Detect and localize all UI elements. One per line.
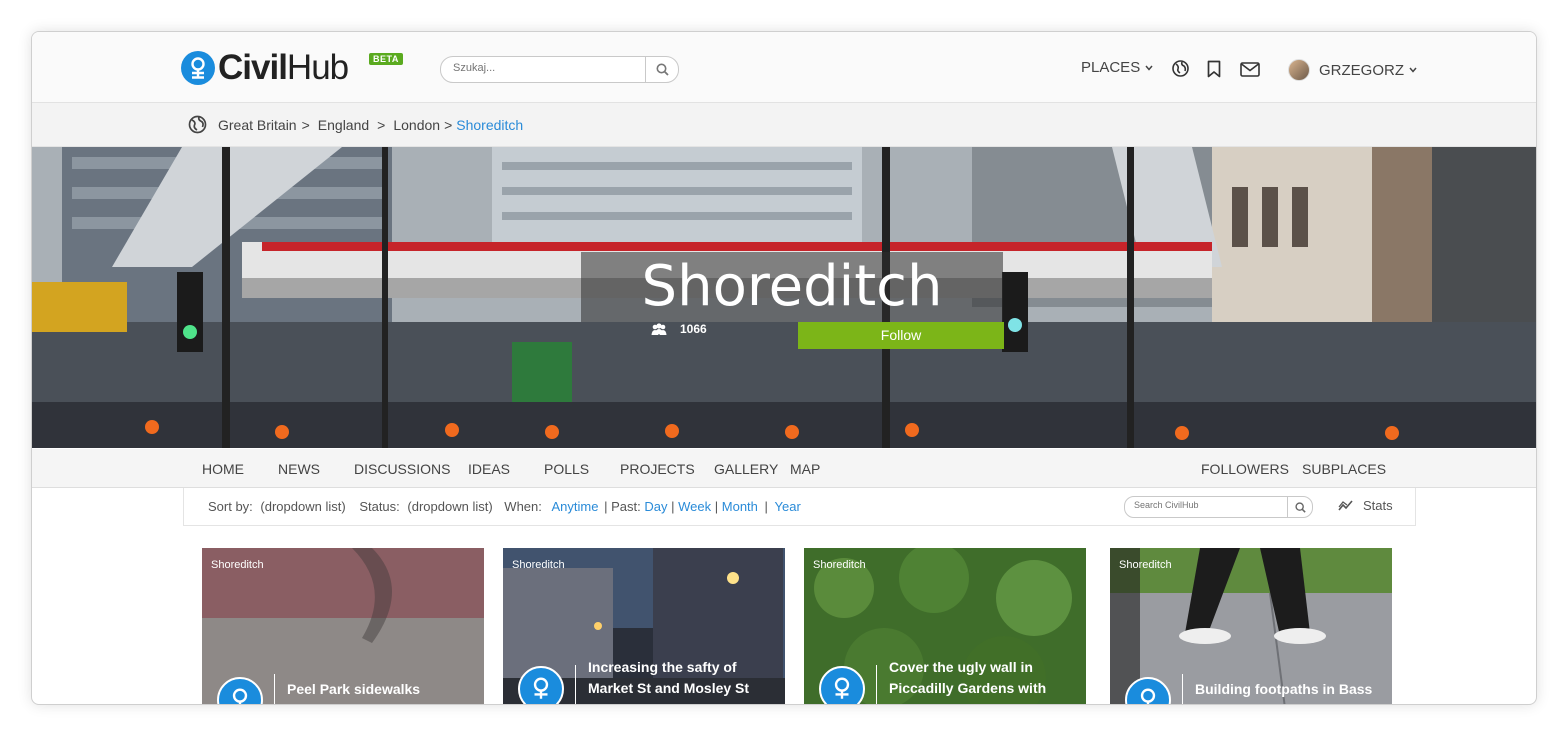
logo-hub: Hub xyxy=(286,48,349,87)
idea-card[interactable]: Shoreditch Increasing the safty of Marke… xyxy=(503,548,785,704)
mail-icon xyxy=(1240,62,1260,77)
breadcrumb: Great Britain > England > London > Shore… xyxy=(188,115,523,134)
stats-label: Stats xyxy=(1363,498,1393,513)
filter-year[interactable]: Year xyxy=(775,499,801,514)
pipe-separator: | xyxy=(764,499,768,514)
card-title[interactable]: Peel Park sidewalks xyxy=(287,679,477,700)
stats-chart-icon xyxy=(1338,500,1353,511)
follow-button[interactable]: Follow xyxy=(798,322,1004,349)
followers-count[interactable]: 1066 xyxy=(651,322,707,336)
filter-options: Sort by: (dropdown list) Status: (dropdo… xyxy=(208,499,801,514)
card-divider xyxy=(575,665,576,704)
breadcrumb-separator: > xyxy=(377,116,386,133)
messages-button[interactable] xyxy=(1240,62,1260,82)
logo-civil: Civil xyxy=(218,48,288,87)
hero-banner: Shoreditch 1066 Follow xyxy=(32,147,1536,448)
content-search-button[interactable] xyxy=(1287,497,1312,517)
chevron-down-icon xyxy=(1145,65,1153,71)
card-divider xyxy=(1182,674,1183,704)
idea-card[interactable]: Shoreditch Building footpaths in Bass xyxy=(1110,548,1392,704)
tab-home[interactable]: HOME xyxy=(202,461,244,477)
status-dropdown[interactable]: (dropdown list) xyxy=(407,499,492,514)
bookmark-button[interactable] xyxy=(1207,60,1221,83)
card-divider xyxy=(876,665,877,704)
status-label: Status: xyxy=(359,499,400,514)
globe-icon xyxy=(1172,60,1189,77)
logo-person-icon xyxy=(181,51,215,85)
tab-ideas[interactable]: IDEAS xyxy=(468,461,510,477)
header-search-button[interactable] xyxy=(645,57,678,82)
filter-anytime[interactable]: Anytime xyxy=(552,499,599,514)
globe-button[interactable] xyxy=(1172,60,1189,82)
search-icon xyxy=(656,63,669,76)
sort-dropdown[interactable]: (dropdown list) xyxy=(260,499,345,514)
user-menu[interactable]: GRZEGORZ xyxy=(1288,59,1417,81)
tab-news[interactable]: NEWS xyxy=(278,461,320,477)
people-icon xyxy=(651,322,667,335)
tab-polls[interactable]: POLLS xyxy=(544,461,589,477)
tab-followers[interactable]: FOLLOWERS xyxy=(1201,461,1289,477)
beta-badge: BETA xyxy=(369,53,403,65)
tab-subplaces[interactable]: SUBPLACES xyxy=(1302,461,1386,477)
breadcrumb-current[interactable]: Shoreditch xyxy=(456,117,523,133)
civilhub-logo[interactable]: CivilHub xyxy=(181,48,349,88)
when-label: When: xyxy=(504,499,542,514)
tab-discussions[interactable]: DISCUSSIONS xyxy=(354,461,450,477)
followers-number: 1066 xyxy=(680,322,707,336)
places-menu[interactable]: PLACES xyxy=(1081,59,1153,76)
avatar xyxy=(1288,59,1310,81)
content-search xyxy=(1124,496,1313,518)
card-author-avatar xyxy=(819,666,865,704)
filter-bar: Sort by: (dropdown list) Status: (dropdo… xyxy=(183,488,1416,526)
logo-person-icon xyxy=(1140,688,1156,704)
logo-person-icon xyxy=(232,688,248,704)
card-place-tag: Shoreditch xyxy=(813,559,866,571)
breadcrumb-separator: > xyxy=(301,116,310,133)
breadcrumb-item[interactable]: London xyxy=(393,117,440,133)
section-tabs: HOME NEWS DISCUSSIONS IDEAS POLLS PROJEC… xyxy=(32,449,1536,488)
filter-month[interactable]: Month xyxy=(722,499,758,514)
globe-places-icon xyxy=(188,115,207,134)
places-label: PLACES xyxy=(1081,59,1141,76)
card-title[interactable]: Building footpaths in Bass xyxy=(1195,679,1385,700)
chevron-down-icon xyxy=(1409,67,1417,73)
card-place-tag: Shoreditch xyxy=(211,559,264,571)
logo-person-icon xyxy=(533,677,549,699)
card-place-tag: Shoreditch xyxy=(512,559,565,571)
filter-week[interactable]: Week xyxy=(678,499,711,514)
breadcrumb-bar: Great Britain > England > London > Shore… xyxy=(32,103,1536,147)
top-header: CivilHub BETA PLACES GRZEGORZ xyxy=(32,32,1536,103)
stats-button[interactable]: Stats xyxy=(1338,498,1393,513)
card-title[interactable]: Cover the ugly wall in Piccadilly Garden… xyxy=(889,657,1079,699)
search-icon xyxy=(1294,501,1306,513)
breadcrumb-separator: > xyxy=(444,116,453,133)
card-divider xyxy=(274,674,275,704)
sort-label: Sort by: xyxy=(208,499,253,514)
idea-card[interactable]: Shoreditch Peel Park sidewalks xyxy=(202,548,484,704)
header-search-input[interactable] xyxy=(453,62,638,74)
logo-person-icon xyxy=(834,677,850,699)
tab-projects[interactable]: PROJECTS xyxy=(620,461,695,477)
logo-wordmark: CivilHub xyxy=(218,48,349,88)
tab-gallery[interactable]: GALLERY xyxy=(714,461,778,477)
pipe-separator: | xyxy=(671,499,675,514)
past-label: Past: xyxy=(611,499,641,514)
breadcrumb-item[interactable]: England xyxy=(318,117,369,133)
idea-card[interactable]: Shoreditch Cover the ugly wall in Piccad… xyxy=(804,548,1086,704)
card-title[interactable]: Increasing the safty of Market St and Mo… xyxy=(588,657,778,699)
pipe-separator: | xyxy=(604,499,608,514)
content-search-input[interactable] xyxy=(1134,500,1284,510)
filter-day[interactable]: Day xyxy=(644,499,667,514)
header-search xyxy=(440,56,679,83)
card-author-avatar xyxy=(518,666,564,704)
user-name: GRZEGORZ xyxy=(1319,61,1404,79)
bookmark-icon xyxy=(1207,60,1221,78)
pipe-separator: | xyxy=(714,499,719,514)
card-place-tag: Shoreditch xyxy=(1119,559,1172,571)
breadcrumb-item[interactable]: Great Britain xyxy=(218,117,297,133)
place-title: Shoreditch xyxy=(641,254,943,319)
tab-map[interactable]: MAP xyxy=(790,461,820,477)
browser-frame: CivilHub BETA PLACES GRZEGORZ xyxy=(31,31,1537,705)
